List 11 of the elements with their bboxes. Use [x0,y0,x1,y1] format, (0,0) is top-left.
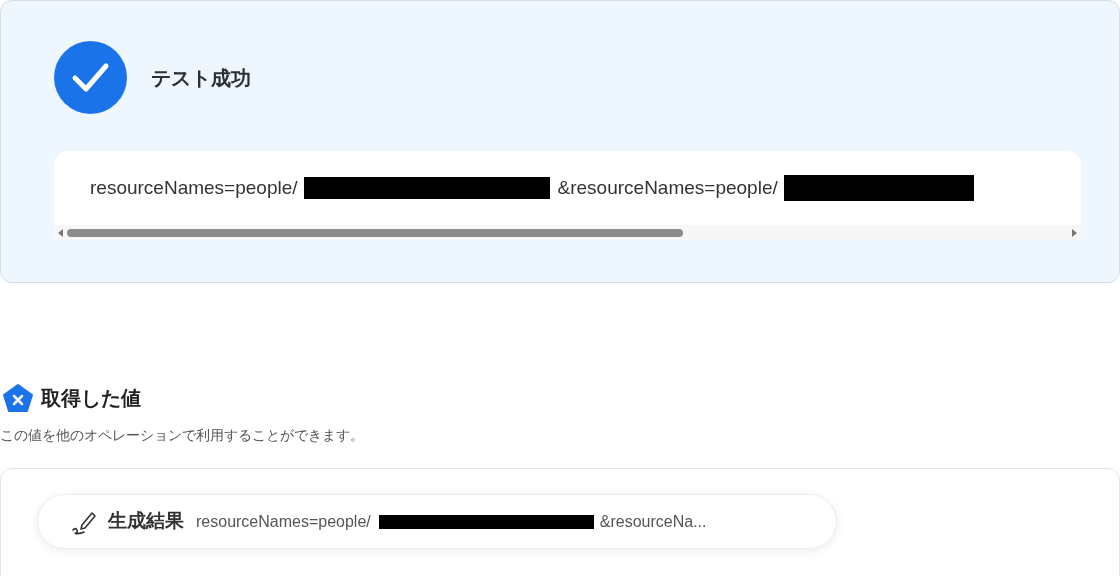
chip-value: &resourceNa... [599,511,707,532]
value-text: resourceNames=people/ [90,175,298,200]
result-chip[interactable]: 生成結果 resourceNames=people/ &resourceNa... [37,494,837,549]
chip-value: resourceNames=people/ [196,511,371,532]
horizontal-scrollbar[interactable] [54,225,1081,240]
value-text: &resourceNames=people/ [557,175,778,200]
section-description: この値を他のオペレーションで利用することができます。 [0,426,365,445]
status-title: テスト成功 [151,65,251,91]
section-title: 取得した値 [41,386,141,411]
variable-icon [3,384,33,412]
chip-label: 生成結果 [108,509,184,534]
